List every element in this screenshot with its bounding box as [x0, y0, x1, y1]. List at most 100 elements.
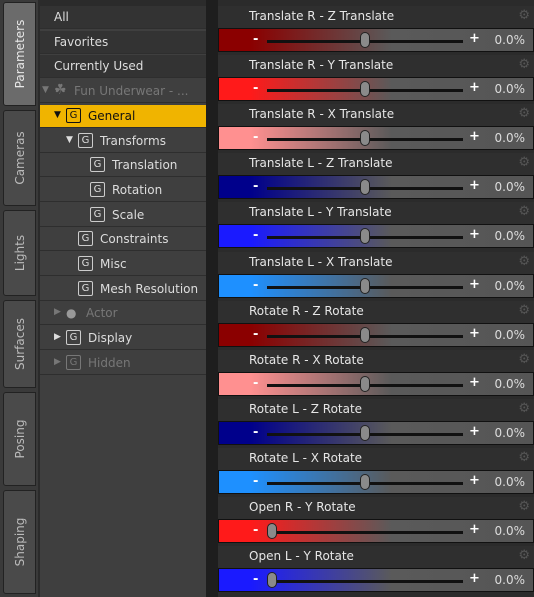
gear-icon[interactable]: ⚙	[518, 303, 530, 318]
parameter-slider[interactable]: - +0.0%	[218, 469, 534, 494]
collapse-arrow-icon[interactable]: ▶	[54, 307, 61, 317]
collapse-arrow-icon[interactable]: ▶	[54, 332, 61, 342]
increment-button[interactable]: +	[469, 375, 480, 390]
gear-icon[interactable]: ⚙	[518, 254, 530, 269]
parameter-slider[interactable]: - +0.0%	[218, 568, 534, 593]
gear-icon[interactable]: ⚙	[518, 499, 530, 514]
collapse-arrow-icon[interactable]: ▶	[54, 357, 61, 367]
gear-icon[interactable]: ⚙	[518, 57, 530, 72]
parameter-slider[interactable]: - +0.0%	[218, 175, 534, 200]
increment-button[interactable]: +	[469, 129, 480, 144]
expand-arrow-icon[interactable]: ▼	[54, 110, 61, 120]
decrement-button[interactable]: -	[253, 572, 258, 587]
decrement-button[interactable]: -	[253, 474, 258, 489]
parameter-slider[interactable]: - +0.0%	[218, 126, 534, 151]
tab-shaping[interactable]: Shaping	[3, 490, 36, 594]
slider-knob[interactable]	[267, 572, 277, 589]
parameter-slider[interactable]: - +0.0%	[218, 519, 534, 543]
gear-icon[interactable]: ⚙	[518, 352, 530, 367]
parameter-slider[interactable]: - +0.0%	[218, 224, 534, 249]
gear-icon[interactable]: ⚙	[518, 8, 530, 23]
decrement-button[interactable]: -	[253, 81, 258, 96]
tree-item-actor[interactable]: ▶ ● Actor	[40, 302, 206, 326]
parameter-value[interactable]: 0.0%	[495, 573, 526, 587]
gear-icon[interactable]: ⚙	[518, 106, 530, 121]
parameter-slider[interactable]: - +0.0%	[218, 77, 534, 102]
increment-button[interactable]: +	[469, 31, 480, 46]
tree-item-constraints[interactable]: G Constraints	[40, 228, 206, 252]
tree-item-currently-used[interactable]: Currently Used	[40, 55, 206, 79]
tree-item-hidden[interactable]: ▶ G Hidden	[40, 352, 206, 375]
gear-icon[interactable]: ⚙	[518, 401, 530, 416]
parameter-slider[interactable]: - +0.0%	[218, 273, 534, 298]
pane-divider[interactable]	[206, 0, 218, 597]
gear-icon[interactable]: ⚙	[518, 450, 530, 465]
expand-arrow-icon[interactable]: ▼	[66, 135, 73, 145]
tree-item-all[interactable]: All	[40, 6, 206, 29]
tree-item-display[interactable]: ▶ G Display	[40, 327, 206, 351]
tab-lights[interactable]: Lights	[3, 210, 36, 296]
decrement-button[interactable]: -	[253, 278, 258, 293]
tree-item-translation[interactable]: G Translation	[40, 154, 206, 178]
decrement-button[interactable]: -	[253, 179, 258, 194]
slider-knob[interactable]	[360, 179, 370, 196]
increment-button[interactable]: +	[469, 473, 480, 488]
tree-item-misc[interactable]: G Misc	[40, 253, 206, 276]
slider-knob[interactable]	[360, 81, 370, 98]
decrement-button[interactable]: -	[253, 376, 258, 391]
gear-icon[interactable]: ⚙	[518, 204, 530, 219]
parameter-value[interactable]: 0.0%	[495, 131, 526, 145]
parameter-slider[interactable]: - +0.0%	[218, 322, 534, 347]
parameter-slider[interactable]: - +0.0%	[218, 28, 534, 52]
increment-button[interactable]: +	[469, 178, 480, 193]
increment-button[interactable]: +	[469, 522, 480, 537]
parameter-value[interactable]: 0.0%	[495, 279, 526, 293]
parameter-value[interactable]: 0.0%	[495, 524, 526, 538]
slider-knob[interactable]	[360, 130, 370, 147]
decrement-button[interactable]: -	[253, 228, 258, 243]
slider-knob[interactable]	[360, 375, 370, 392]
increment-button[interactable]: +	[469, 277, 480, 292]
slider-knob[interactable]	[360, 424, 370, 441]
tree-item-favorites[interactable]: Favorites	[40, 30, 206, 54]
parameter-value[interactable]: 0.0%	[495, 328, 526, 342]
tree-item-scale[interactable]: G Scale	[40, 204, 206, 227]
parameter-value[interactable]: 0.0%	[495, 475, 526, 489]
slider-knob[interactable]	[360, 326, 370, 343]
tab-parameters[interactable]: Parameters	[3, 2, 36, 106]
tab-cameras[interactable]: Cameras	[3, 110, 36, 206]
parameter-value[interactable]: 0.0%	[495, 377, 526, 391]
parameter-value[interactable]: 0.0%	[495, 229, 526, 243]
increment-button[interactable]: +	[469, 326, 480, 341]
tree-item-rotation[interactable]: G Rotation	[40, 179, 206, 202]
increment-button[interactable]: +	[469, 571, 480, 586]
tree-item-mesh-resolution[interactable]: G Mesh Resolution	[40, 278, 206, 301]
gear-icon[interactable]: ⚙	[518, 548, 530, 563]
parameter-value[interactable]: 0.0%	[495, 82, 526, 96]
gear-icon[interactable]: ⚙	[518, 155, 530, 170]
decrement-button[interactable]: -	[253, 32, 258, 47]
parameter-value[interactable]: 0.0%	[495, 180, 526, 194]
parameter-value[interactable]: 0.0%	[495, 33, 526, 47]
tab-surfaces[interactable]: Surfaces	[3, 300, 36, 388]
slider-knob[interactable]	[360, 473, 370, 490]
decrement-button[interactable]: -	[253, 130, 258, 145]
tree-item-transforms[interactable]: ▼ G Transforms	[40, 130, 206, 153]
parameter-value[interactable]: 0.0%	[495, 426, 526, 440]
parameter-slider[interactable]: - +0.0%	[218, 420, 534, 445]
tree-item-general[interactable]: ▼ G General	[40, 104, 206, 128]
decrement-button[interactable]: -	[253, 523, 258, 538]
increment-button[interactable]: +	[469, 80, 480, 95]
parameter-slider[interactable]: - +0.0%	[218, 371, 534, 396]
tree-item-fun-underwear[interactable]: ▼ ☘ Fun Underwear - ...	[40, 80, 206, 104]
slider-knob[interactable]	[360, 228, 370, 245]
slider-knob[interactable]	[267, 523, 277, 539]
decrement-button[interactable]: -	[253, 327, 258, 342]
decrement-button[interactable]: -	[253, 425, 258, 440]
tab-posing[interactable]: Posing	[3, 392, 36, 486]
increment-button[interactable]: +	[469, 424, 480, 439]
expand-arrow-icon[interactable]: ▼	[42, 85, 49, 95]
increment-button[interactable]: +	[469, 227, 480, 242]
slider-knob[interactable]	[360, 277, 370, 294]
slider-knob[interactable]	[360, 32, 370, 48]
